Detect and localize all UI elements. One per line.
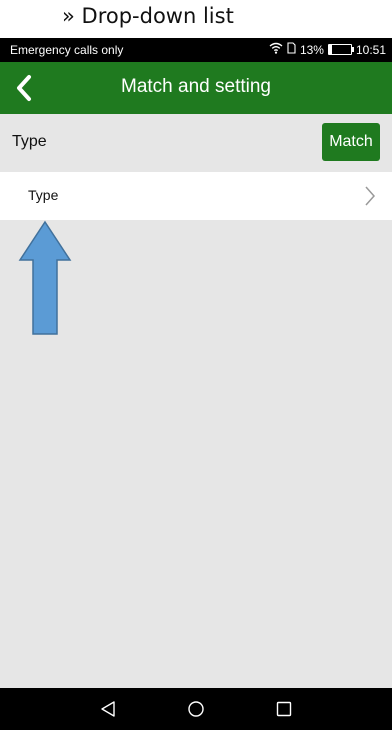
- status-indicators: 13% 10:51: [269, 42, 386, 57]
- page-title: Match and setting: [121, 76, 271, 97]
- square-recent-icon[interactable]: [272, 697, 296, 721]
- phone-screen: Emergency calls only 13% 10:51 Match and…: [0, 38, 392, 730]
- navigation-bar: [0, 688, 392, 730]
- dropdown-value: Type: [28, 187, 59, 203]
- clock: 10:51: [355, 42, 386, 57]
- caption: » Drop-down list: [0, 0, 392, 38]
- carrier-text: Emergency calls only: [10, 43, 124, 57]
- battery-level: [328, 45, 332, 54]
- type-label: Type: [12, 133, 47, 150]
- battery-percent: 13%: [299, 42, 324, 57]
- triangle-back-icon[interactable]: [96, 697, 120, 721]
- circle-home-icon[interactable]: [184, 697, 208, 721]
- type-row: Type Match: [0, 114, 392, 172]
- back-button[interactable]: [6, 70, 42, 106]
- match-button[interactable]: Match: [322, 123, 380, 161]
- status-bar: Emergency calls only 13% 10:51: [0, 38, 392, 62]
- app-header: Match and setting: [0, 62, 392, 114]
- sim-icon: [287, 42, 296, 57]
- caption-text: » Drop-down list: [62, 4, 234, 28]
- battery-icon: [327, 44, 354, 55]
- chevron-right-icon: [365, 186, 376, 206]
- up-arrow-icon: [18, 220, 72, 335]
- wifi-icon: [269, 42, 283, 57]
- back-arrow-icon: [17, 75, 31, 101]
- type-dropdown[interactable]: Type: [0, 172, 392, 220]
